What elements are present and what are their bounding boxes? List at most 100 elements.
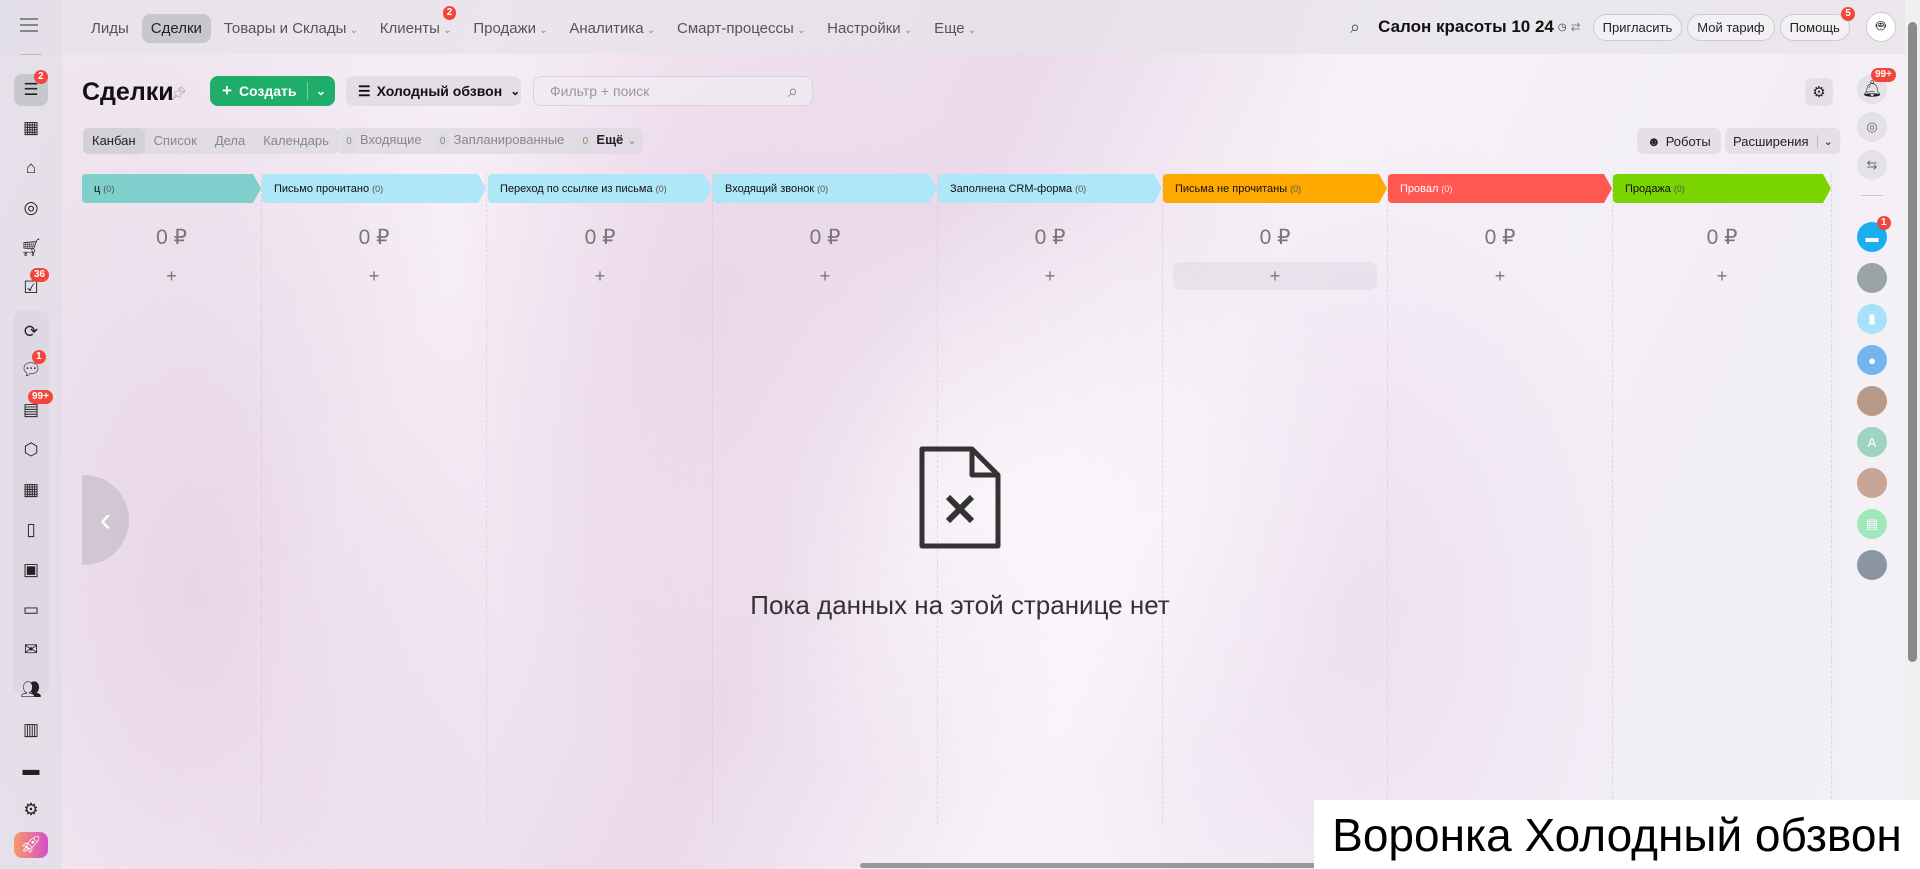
search-icon[interactable]: ⌕	[1350, 17, 1360, 38]
nav-deals[interactable]: Сделки	[141, 14, 211, 43]
nav-products[interactable]: Товары и Склады ⌄	[215, 14, 367, 43]
sidebar-tasks-icon[interactable]: ☑ 36	[14, 268, 50, 304]
nav-sales[interactable]: Продажи ⌄	[464, 14, 556, 43]
notifications-bell-icon[interactable]: 🔔︎ 99+	[1857, 68, 1896, 104]
add-deal-button[interactable]: +	[1173, 262, 1377, 290]
sidebar-contacts-icon[interactable]: 👥︎	[14, 674, 48, 706]
chevron-down-icon: ⌄	[442, 25, 452, 36]
column-title: Письмо прочитано	[274, 182, 370, 195]
column-header[interactable]: Продажа (0)	[1613, 174, 1831, 203]
nav-clients[interactable]: Клиенты ⌄ 2	[371, 6, 461, 43]
column-sum: 0 ₽	[1484, 226, 1516, 249]
sidebar-chat-icon[interactable]: 💬︎ 1	[14, 350, 48, 386]
divider	[20, 54, 42, 55]
bookmark-icon[interactable]: ▮	[1857, 304, 1887, 334]
sidebar-calendar-icon[interactable]: ▦	[14, 112, 48, 144]
nav-analytics[interactable]: Аналитика ⌄	[560, 14, 664, 43]
messenger-icon[interactable]: ▬ 1	[1857, 216, 1891, 252]
sidebar-document-icon[interactable]: ▯	[14, 514, 48, 546]
column-header[interactable]: Провал (0)	[1388, 174, 1612, 203]
vertical-scrollbar-thumb[interactable]	[1908, 22, 1917, 662]
sidebar-schedule-icon[interactable]: ▦	[14, 474, 48, 506]
column-header[interactable]: ц (0)	[82, 174, 261, 203]
tab-activities[interactable]: Дела	[206, 128, 254, 154]
tab-list[interactable]: Список	[145, 128, 206, 154]
menu-icon[interactable]	[20, 18, 38, 32]
nav-smart-processes[interactable]: Смарт-процессы ⌄	[668, 14, 814, 43]
tab-calendar[interactable]: Календарь	[254, 128, 338, 154]
sidebar-deals-funnel-icon[interactable]: ☰ 2	[14, 70, 48, 106]
column-count: (0)	[1075, 183, 1087, 194]
nav-more[interactable]: Еще ⌄	[925, 14, 985, 43]
chevron-down-icon[interactable]: ⌄	[1816, 134, 1833, 148]
sidebar-settings-icon[interactable]: ⚙	[14, 794, 48, 826]
column-title: Письма не прочитаны	[1175, 182, 1288, 195]
sidebar-mail-icon[interactable]: ✉	[14, 634, 48, 666]
column-header[interactable]: Переход по ссылке из письма (0)	[488, 174, 712, 203]
column-header[interactable]: Входящий звонок (0)	[713, 174, 937, 203]
help-button[interactable]: Помощь 5	[1779, 6, 1855, 41]
add-deal-button[interactable]: +	[723, 262, 927, 290]
tab-kanban[interactable]: Канбан	[83, 128, 145, 154]
tariff-button[interactable]: Мой тариф	[1687, 13, 1775, 41]
add-deal-button[interactable]: +	[948, 262, 1152, 290]
kanban-column: Письма не прочитаны (0) 0 ₽ +	[1163, 174, 1388, 824]
page-title: Сделки	[82, 78, 174, 106]
company-name[interactable]: Салон красоты 10 24	[1378, 17, 1554, 37]
sidebar-cart-icon[interactable]: 🛒︎	[14, 232, 48, 264]
search-icon[interactable]: ⌕	[788, 81, 798, 102]
dog-avatar-icon[interactable]: ●	[1857, 345, 1887, 375]
column-sum: 0 ₽	[1259, 226, 1291, 249]
counter-incoming[interactable]: 0 Входящие	[342, 132, 422, 151]
sidebar-warehouse-icon[interactable]: ⌂	[14, 152, 48, 184]
sidebar-presentation-icon[interactable]: ▣	[14, 554, 48, 586]
contact-avatar[interactable]	[1857, 263, 1887, 293]
add-deal-button[interactable]: +	[92, 262, 251, 290]
add-deal-button[interactable]: +	[1623, 262, 1821, 290]
header-right: ⌕ Салон красоты 10 24 ◷ ⇄ Пригласить Мой…	[1350, 6, 1896, 42]
add-deal-button[interactable]: +	[272, 262, 476, 290]
copilot-icon[interactable]: ◎	[1857, 112, 1887, 142]
divider	[1861, 195, 1883, 196]
sidebar-rocket-icon[interactable]: 🚀︎	[14, 832, 48, 858]
funnel-selector[interactable]: ☰ Холодный обзвон ⌄	[346, 76, 521, 106]
chevron-down-icon: ⌄	[539, 25, 548, 36]
sidebar-feed-icon[interactable]: ▤ 99+	[14, 390, 53, 426]
kanban-column: Переход по ссылке из письма (0) 0 ₽ +	[488, 174, 713, 824]
contact-avatar[interactable]	[1857, 386, 1887, 416]
add-deal-button[interactable]: +	[1398, 262, 1602, 290]
nav-settings[interactable]: Настройки ⌄	[818, 14, 921, 43]
sidebar-target-icon[interactable]: ◎	[14, 192, 48, 224]
counter-more[interactable]: 0 Ещё ⌄	[578, 132, 637, 151]
funnel-label: Холодный обзвон	[376, 83, 503, 99]
add-deal-button[interactable]: +	[498, 262, 702, 290]
counter-planned[interactable]: 0 Запланированные	[435, 132, 564, 151]
contact-avatar-letter[interactable]: A	[1857, 427, 1887, 457]
sidebar-hexagon-icon[interactable]: ⬡	[14, 434, 48, 466]
sidebar-drive-icon[interactable]: ▭	[14, 594, 48, 626]
robots-button[interactable]: ☻ Роботы	[1637, 128, 1721, 154]
chevron-down-icon: ⌄	[967, 25, 977, 36]
pin-icon[interactable]: 📌︎	[170, 86, 187, 102]
chat-transfer-icon[interactable]: ⇆	[1857, 150, 1887, 180]
nav-leads[interactable]: Лиды	[82, 14, 138, 43]
invite-button[interactable]: Пригласить	[1592, 13, 1683, 41]
extensions-button[interactable]: Расширения ⌄	[1725, 128, 1841, 154]
switch-icon[interactable]: ⇄	[1571, 20, 1581, 34]
contact-avatar[interactable]	[1857, 550, 1887, 580]
news-icon[interactable]: ▤	[1857, 509, 1887, 539]
contact-avatar[interactable]	[1857, 468, 1887, 498]
activity-counters: 0 Входящие 0 Запланированные 0 Ещё ⌄	[336, 128, 643, 154]
column-header[interactable]: Письмо прочитано (0)	[262, 174, 486, 203]
create-button[interactable]: + Создать ⌄	[210, 76, 335, 106]
sidebar-flow-icon[interactable]: ⟳	[14, 316, 48, 348]
sidebar-analytics-icon[interactable]: ▥	[14, 714, 48, 746]
user-avatar[interactable]: 🤖︎	[1865, 12, 1896, 42]
column-header[interactable]: Заполнена CRM-форма (0)	[938, 174, 1162, 203]
chevron-down-icon[interactable]: ⌄	[316, 84, 326, 98]
settings-gear-icon[interactable]: ⚙	[1805, 78, 1833, 106]
sidebar-card-icon[interactable]: ▬	[14, 754, 48, 786]
column-header[interactable]: Письма не прочитаны (0)	[1163, 174, 1387, 203]
chevron-down-icon: ⌄	[903, 25, 913, 36]
filter-search-input[interactable]: Фильтр + поиск ⌕	[533, 76, 813, 106]
